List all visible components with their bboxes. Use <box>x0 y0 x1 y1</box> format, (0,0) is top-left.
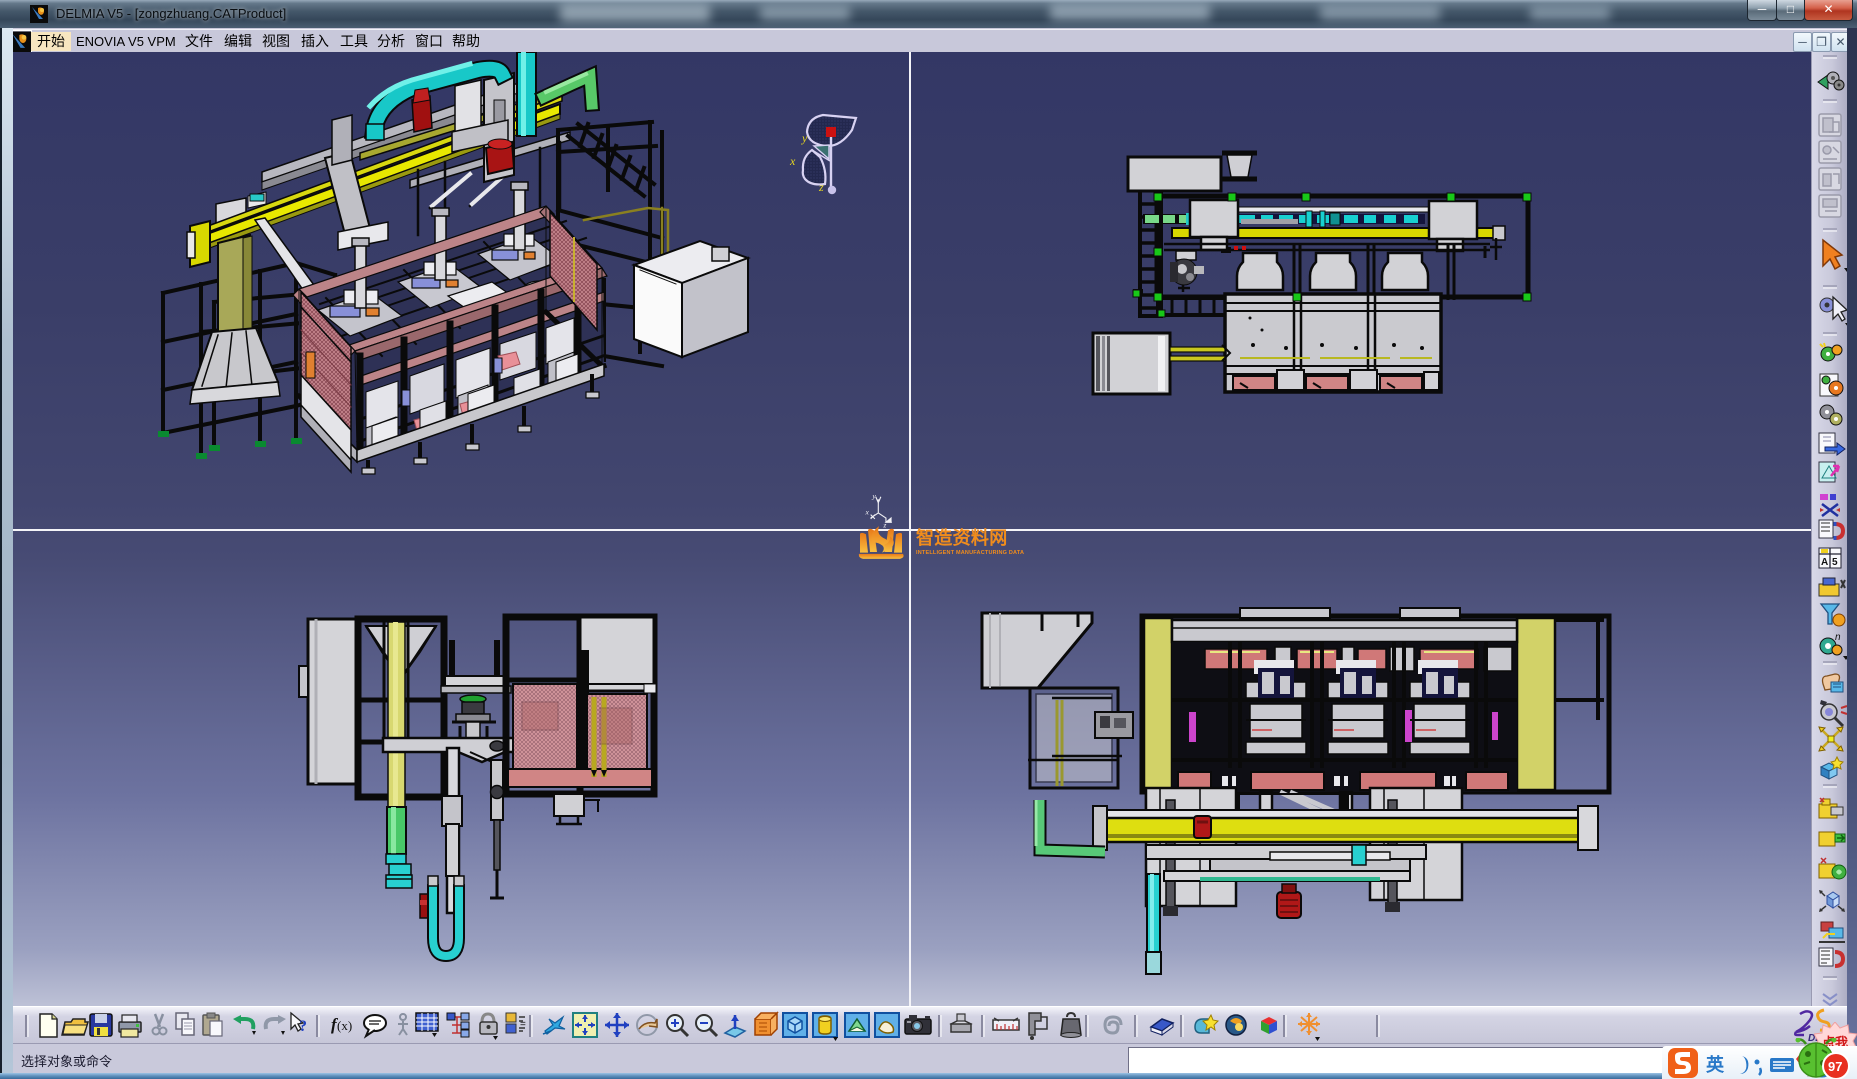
svg-text:A: A <box>1821 557 1828 568</box>
svg-text:(x): (x) <box>337 1018 352 1033</box>
svg-text:97: 97 <box>1828 1059 1842 1074</box>
svg-text:z: z <box>818 180 824 194</box>
svg-text:x: x <box>789 154 796 168</box>
svg-text:5: 5 <box>1832 557 1838 568</box>
svg-text:n: n <box>1835 632 1841 643</box>
svg-text:z: z <box>882 520 886 529</box>
svg-text:英: 英 <box>1705 1054 1725 1075</box>
svg-text:?: ? <box>299 1018 307 1035</box>
svg-text:INTELLIGENT MANUFACTURING DATA: INTELLIGENT MANUFACTURING DATA <box>916 550 1024 556</box>
svg-text:智造资料网: 智造资料网 <box>916 527 1008 548</box>
svg-text:y: y <box>801 131 808 145</box>
svg-text:=: = <box>520 1019 526 1030</box>
svg-text:x: x <box>865 508 870 517</box>
svg-text:y: y <box>871 491 876 500</box>
